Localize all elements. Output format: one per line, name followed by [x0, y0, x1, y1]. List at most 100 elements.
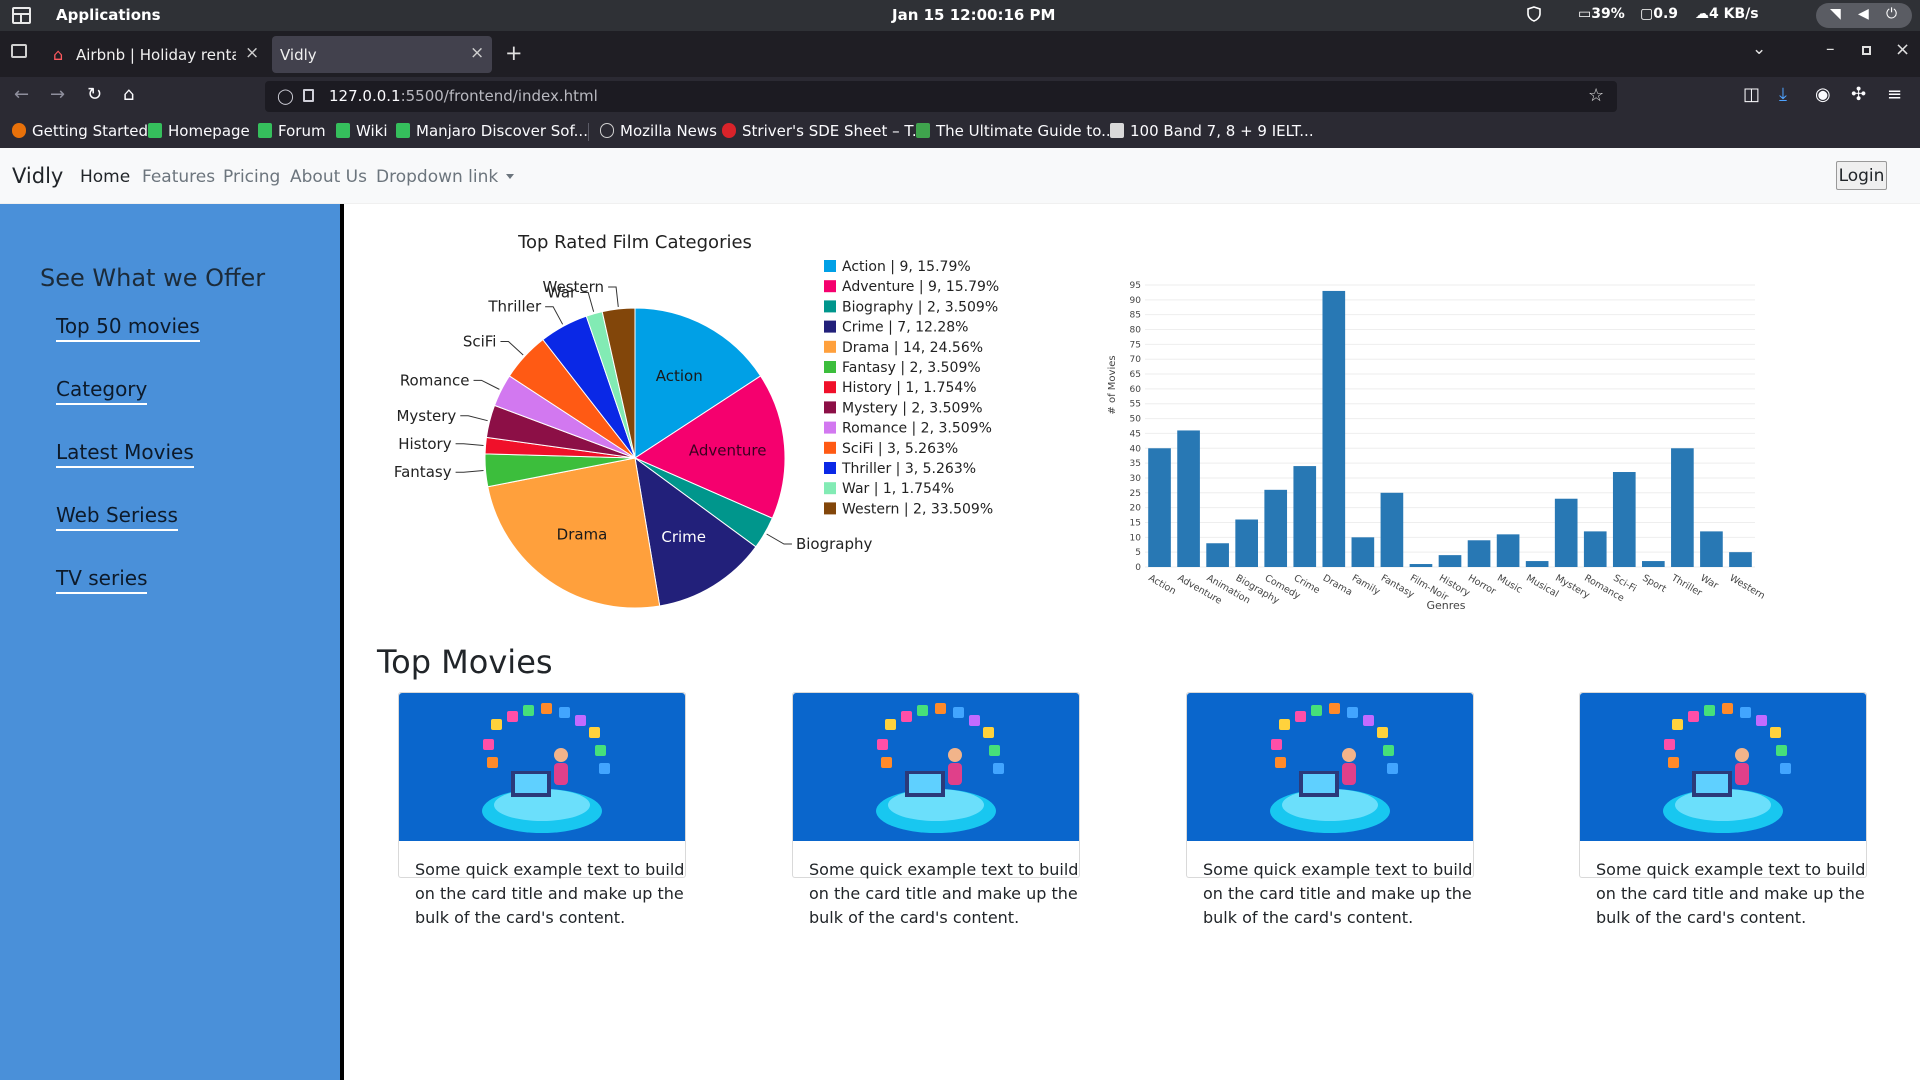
- bar-romance[interactable]: [1583, 531, 1607, 567]
- brand-logo[interactable]: Vidly: [12, 164, 63, 188]
- bar-family[interactable]: [1351, 537, 1375, 567]
- minimize-window-button[interactable]: –: [1826, 39, 1835, 59]
- legend-entry-romance[interactable]: Romance | 2, 3.509%: [842, 421, 992, 437]
- bar-music[interactable]: [1496, 534, 1520, 567]
- bar-film-noir[interactable]: [1409, 564, 1433, 567]
- sidebar-link-top-50-movies[interactable]: Top 50 movies: [56, 314, 200, 342]
- legend-entry-western[interactable]: Western | 2, 33.509%: [842, 501, 993, 517]
- applications-menu-icon[interactable]: [12, 7, 31, 24]
- bookmark-strivers-sheet[interactable]: Striver's SDE Sheet – T...: [722, 122, 926, 140]
- pie-label-action: Action: [656, 367, 703, 385]
- pie-label-history: History: [398, 435, 451, 453]
- sidebar-link-web-series[interactable]: Web Seriess: [56, 503, 178, 531]
- legend-entry-thriller[interactable]: Thriller | 3, 5.263%: [841, 461, 976, 477]
- legend-entry-crime[interactable]: Crime | 7, 12.28%: [842, 320, 968, 336]
- applications-menu[interactable]: Applications: [56, 6, 161, 24]
- bookmark-manjaro-discover[interactable]: Manjaro Discover Sof...: [396, 122, 588, 140]
- bar-sci-fi[interactable]: [1612, 472, 1636, 567]
- nav-features[interactable]: Features: [142, 167, 215, 187]
- nav-dropdown-link[interactable]: Dropdown link: [376, 167, 515, 187]
- legend-entry-mystery[interactable]: Mystery | 2, 3.509%: [842, 400, 983, 416]
- pie-label-drama: Drama: [557, 525, 608, 543]
- sidebar-link-tv-series[interactable]: TV series: [56, 566, 148, 594]
- bar-mystery[interactable]: [1554, 498, 1578, 567]
- bookmark-homepage[interactable]: Homepage: [148, 122, 250, 140]
- network-speed-indicator[interactable]: ☁4 KB/s: [1695, 6, 1759, 22]
- list-all-tabs-icon[interactable]: ⌄: [1752, 39, 1766, 59]
- bar-adventure[interactable]: [1177, 430, 1200, 567]
- close-tab-icon[interactable]: ×: [245, 43, 259, 63]
- bookmark-ultimate-guide[interactable]: The Ultimate Guide to...: [916, 122, 1115, 140]
- bar-crime[interactable]: [1293, 466, 1317, 567]
- pocket-icon[interactable]: ◫: [1743, 84, 1760, 105]
- legend-entry-biography[interactable]: Biography | 2, 3.509%: [842, 299, 998, 315]
- sidebar-link-category[interactable]: Category: [56, 377, 148, 405]
- account-icon[interactable]: ◉: [1815, 84, 1831, 105]
- nav-home[interactable]: Home: [80, 167, 130, 187]
- login-button[interactable]: Login: [1836, 161, 1887, 190]
- legend-entry-drama[interactable]: Drama | 14, 24.56%: [842, 340, 983, 356]
- tab-vidly[interactable]: Vidly ×: [272, 36, 492, 73]
- bar-comedy[interactable]: [1264, 489, 1288, 567]
- bar-action[interactable]: [1148, 448, 1171, 567]
- battery-indicator[interactable]: ▭39%: [1578, 6, 1625, 22]
- legend-entry-history[interactable]: History | 1, 1.754%: [842, 380, 977, 396]
- maximize-window-button[interactable]: [1862, 46, 1871, 55]
- bookmark-wiki[interactable]: Wiki: [336, 122, 388, 140]
- pie-label-scifi: SciFi: [463, 333, 497, 351]
- app-menu-icon[interactable]: ≡: [1887, 84, 1902, 105]
- movie-card[interactable]: Some quick example text to build on the …: [1579, 692, 1867, 927]
- nav-pricing[interactable]: Pricing: [223, 167, 280, 187]
- bar-thriller[interactable]: [1671, 448, 1694, 567]
- pie-label-leader: [500, 341, 524, 356]
- back-arrow-icon[interactable]: ←: [14, 84, 29, 105]
- bar-musical[interactable]: [1525, 561, 1549, 567]
- y-tick-label: 20: [1130, 504, 1142, 514]
- close-window-button[interactable]: ×: [1895, 39, 1910, 60]
- bar-history[interactable]: [1438, 555, 1462, 567]
- bookmark-star-icon[interactable]: ☆: [1588, 85, 1604, 106]
- bar-drama[interactable]: [1322, 290, 1346, 567]
- legend-entry-war[interactable]: War | 1, 1.754%: [842, 481, 954, 497]
- sidebar-link-latest-movies[interactable]: Latest Movies: [56, 440, 194, 468]
- pie-label-leader: [766, 533, 792, 545]
- legend-entry-fantasy[interactable]: Fantasy | 2, 3.509%: [842, 360, 981, 376]
- bar-western[interactable]: [1729, 552, 1752, 567]
- bookmark-mozilla-news[interactable]: Mozilla News: [600, 122, 717, 140]
- display-indicator[interactable]: ▢0.9: [1640, 6, 1678, 22]
- y-tick-label: 50: [1130, 415, 1142, 425]
- movie-card[interactable]: Some quick example text to build on the …: [1186, 692, 1474, 927]
- downloads-icon[interactable]: ⤓: [1779, 84, 1787, 105]
- home-icon[interactable]: ⌂: [123, 84, 134, 105]
- legend-entry-adventure[interactable]: Adventure | 9, 15.79%: [842, 279, 999, 295]
- address-bar[interactable]: ◯ 127.0.0.1:5500/frontend/index.html ☆: [265, 81, 1617, 112]
- legend-entry-action[interactable]: Action | 9, 15.79%: [842, 259, 971, 275]
- quick-settings-pill[interactable]: ◥ ◀ ⏻: [1816, 3, 1912, 28]
- bar-biography[interactable]: [1235, 519, 1258, 567]
- card-text: Some quick example text to build on the …: [1596, 860, 1866, 927]
- bar-horror[interactable]: [1467, 540, 1491, 567]
- extensions-icon[interactable]: ✣: [1851, 84, 1866, 105]
- bar-sport[interactable]: [1642, 561, 1665, 567]
- forward-arrow-icon[interactable]: →: [50, 84, 65, 105]
- clock[interactable]: Jan 15 12:00:16 PM: [892, 6, 1055, 24]
- bar-animation[interactable]: [1206, 543, 1229, 567]
- movie-card[interactable]: Some quick example text to build on the …: [398, 692, 686, 927]
- movie-card[interactable]: Some quick example text to build on the …: [792, 692, 1080, 927]
- bookmark-forum[interactable]: Forum: [258, 122, 326, 140]
- bar-fantasy[interactable]: [1380, 492, 1404, 567]
- bookmark-getting-started[interactable]: Getting Started: [12, 122, 148, 140]
- shield-icon[interactable]: [1526, 6, 1542, 26]
- bar-war[interactable]: [1700, 531, 1723, 567]
- legend-entry-scifi[interactable]: SciFi | 3, 5.263%: [842, 441, 958, 457]
- tab-overview-icon[interactable]: [11, 44, 27, 58]
- tab-airbnb[interactable]: ⌂ Airbnb | Holiday rentals ×: [43, 36, 263, 73]
- page-info-icon[interactable]: [303, 89, 314, 102]
- reload-icon[interactable]: ↻: [87, 84, 102, 105]
- tracking-protection-icon[interactable]: ◯: [277, 87, 294, 105]
- close-tab-icon[interactable]: ×: [470, 43, 484, 63]
- nav-about-us[interactable]: About Us: [290, 167, 367, 187]
- system-top-bar: Applications Jan 15 12:00:16 PM ▭39% ▢0.…: [0, 0, 1920, 31]
- new-tab-button[interactable]: +: [505, 41, 523, 65]
- bookmark-ielts[interactable]: 100 Band 7, 8 + 9 IELT...: [1110, 122, 1314, 140]
